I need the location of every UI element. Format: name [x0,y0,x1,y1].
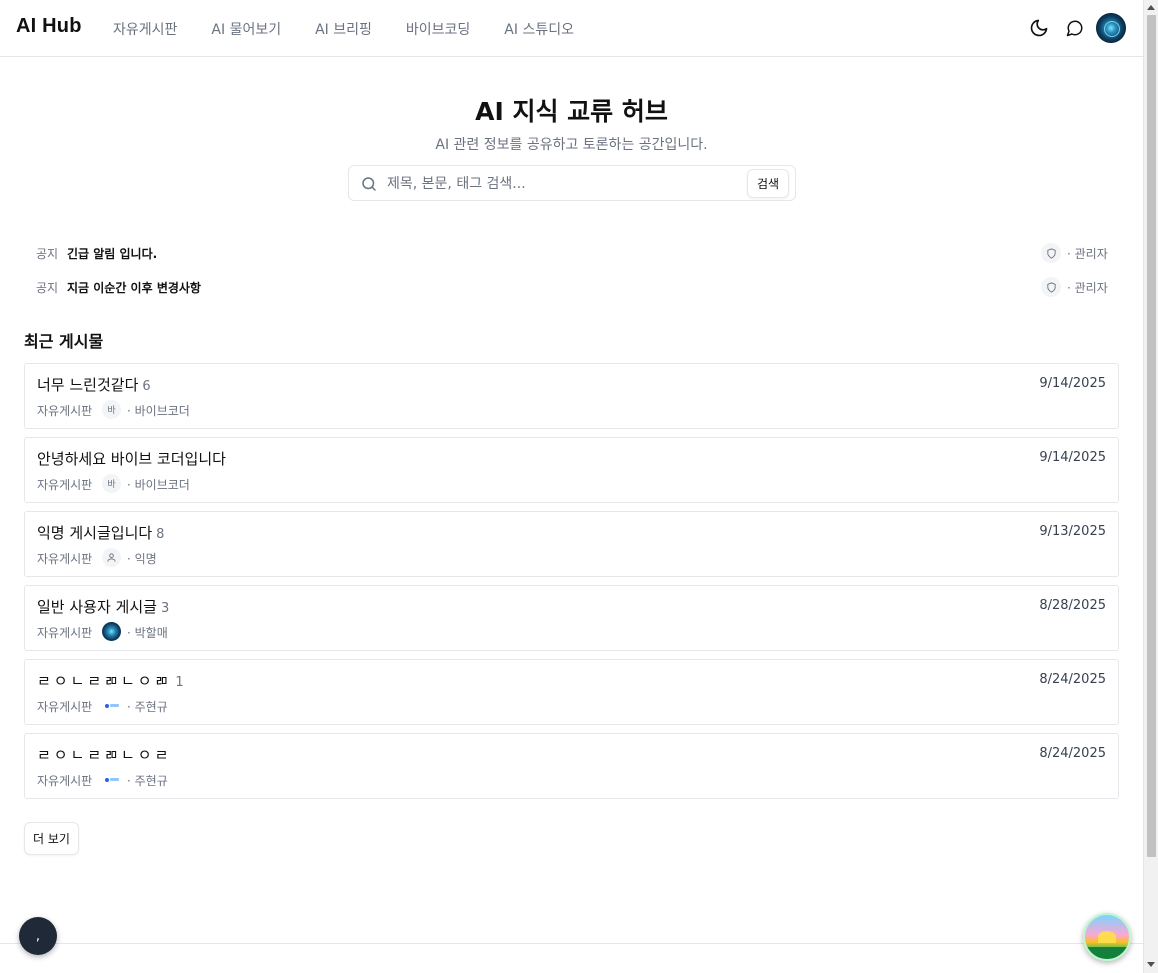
site-logo[interactable]: AI Hub [16,15,82,38]
notice-tag: 공지 [36,246,59,261]
notice-author: · 관리자 [1067,280,1108,295]
post-date: 9/14/2025 [1039,450,1106,465]
post-title[interactable]: 너무 느린것같다 [37,376,138,394]
scroll-down-arrow-icon[interactable] [1147,962,1155,967]
author-avatar: 바 [102,400,121,419]
recent-posts-heading: 최근 게시물 [24,332,104,351]
shield-icon [1041,243,1061,263]
post-card[interactable]: 익명 게시글입니다 8 9/13/2025 자유게시판 · 익명 [24,511,1119,577]
footer-divider [0,943,1143,944]
page-title: AI 지식 교류 허브 [475,97,668,126]
post-card[interactable]: ㄹㅇㄴㄹㄻㄴㅇㄻ 1 8/24/2025 자유게시판 · 주현규 [24,659,1119,725]
floating-chat-button[interactable]: , [19,917,57,955]
nav-item-ai-briefing[interactable]: AI 브리핑 [298,19,389,39]
chat-bubble-icon[interactable] [1064,17,1086,39]
post-card[interactable]: 너무 느린것같다 6 9/14/2025 자유게시판 바 · 바이브코더 [24,363,1119,429]
user-avatar[interactable] [1096,13,1126,43]
post-title-row[interactable]: 너무 느린것같다 6 [37,374,151,395]
comment-count: 1 [175,675,187,690]
scroll-up-arrow-icon[interactable] [1147,5,1155,10]
post-board: 자유게시판 [37,700,93,714]
post-board: 자유게시판 [37,478,93,492]
search-button[interactable]: 검색 [747,169,789,198]
notice-title[interactable]: 지금 이순간 이후 변경사항 [67,279,201,296]
search-icon [360,175,378,193]
notice-item[interactable]: 공지 긴급 알림 입니다. · 관리자 [24,238,1119,268]
nav-item-ai-ask[interactable]: AI 물어보기 [194,19,298,39]
post-date: 8/24/2025 [1039,746,1106,761]
notice-author: · 관리자 [1067,246,1108,261]
comment-count: 8 [156,527,165,542]
search-input[interactable] [387,172,737,196]
post-title-row[interactable]: ㄹㅇㄴㄹㄻㄴㅇㄹ [37,744,175,765]
notice-tag: 공지 [36,280,59,295]
scrollbar[interactable] [1143,0,1158,973]
author-avatar [102,770,121,789]
post-title[interactable]: 일반 사용자 게시글 [37,598,157,616]
shield-icon [1041,277,1061,297]
post-author: · 박할매 [127,626,168,640]
post-board: 자유게시판 [37,404,93,418]
post-title-row[interactable]: 일반 사용자 게시글 3 [37,596,169,617]
top-header: AI Hub 자유게시판 AI 물어보기 AI 브리핑 바이브코딩 AI 스튜디… [0,0,1143,57]
person-icon [102,548,121,567]
scroll-thumb[interactable] [1147,15,1156,857]
post-title[interactable]: 안녕하세요 바이브 코더입니다 [37,450,226,468]
post-title[interactable]: ㄹㅇㄴㄹㄻㄴㅇㄻ [37,672,171,690]
search-bar: 검색 [348,165,796,201]
post-card[interactable]: ㄹㅇㄴㄹㄻㄴㅇㄹ 8/24/2025 자유게시판 · 주현규 [24,733,1119,799]
post-board: 자유게시판 [37,774,93,788]
nav-item-free-board[interactable]: 자유게시판 [96,19,194,39]
post-date: 9/13/2025 [1039,524,1106,539]
post-date: 9/14/2025 [1039,376,1106,391]
post-title-row[interactable]: 안녕하세요 바이브 코더입니다 [37,448,230,469]
post-date: 8/24/2025 [1039,672,1106,687]
post-title[interactable]: 익명 게시글입니다 [37,524,152,542]
moon-icon[interactable] [1028,17,1050,39]
post-title-row[interactable]: ㄹㅇㄴㄹㄻㄴㅇㄻ 1 [37,670,187,691]
main-nav: 자유게시판 AI 물어보기 AI 브리핑 바이브코딩 AI 스튜디오 [96,0,591,57]
post-title[interactable]: ㄹㅇㄴㄹㄻㄴㅇㄹ [37,746,171,764]
post-board: 자유게시판 [37,552,93,566]
author-avatar [102,696,121,715]
author-avatar: 바 [102,474,121,493]
post-card[interactable]: 안녕하세요 바이브 코더입니다 9/14/2025 자유게시판 바 · 바이브코… [24,437,1119,503]
comment-count: 3 [160,601,170,616]
load-more-button[interactable]: 더 보기 [24,822,79,855]
page-subtitle: AI 관련 정보를 공유하고 토론하는 공간입니다. [435,137,708,153]
post-card[interactable]: 일반 사용자 게시글 3 8/28/2025 자유게시판 · 박할매 [24,585,1119,651]
nav-item-ai-studio[interactable]: AI 스튜디오 [487,19,591,39]
post-board: 자유게시판 [37,626,93,640]
post-title-row[interactable]: 익명 게시글입니다 8 [37,522,164,543]
nav-item-vibe-coding[interactable]: 바이브코딩 [389,19,487,39]
post-author: · 바이브코더 [127,404,190,418]
post-author: · 주현규 [127,774,168,788]
comment-count: 6 [142,379,151,394]
author-avatar [102,622,121,641]
post-author: · 주현규 [127,700,168,714]
notice-title[interactable]: 긴급 알림 입니다. [67,245,157,262]
floating-assistant-button[interactable] [1083,913,1131,961]
notice-item[interactable]: 공지 지금 이순간 이후 변경사항 · 관리자 [24,272,1119,302]
post-date: 8/28/2025 [1039,598,1106,613]
post-author: · 익명 [127,552,157,566]
post-author: · 바이브코더 [127,478,190,492]
